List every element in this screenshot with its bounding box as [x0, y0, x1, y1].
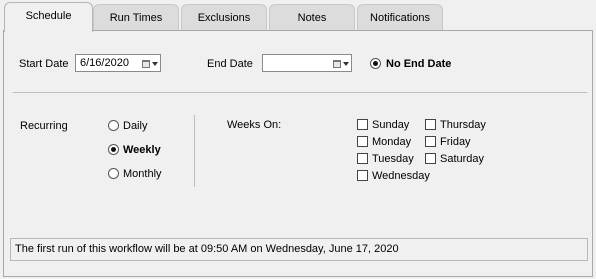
wednesday-label[interactable]: Wednesday [372, 170, 430, 182]
tab-bar: Schedule Run Times Exclusions Notes Noti… [0, 0, 596, 32]
schedule-panel: Start Date 6/16/2020 End Date No End Dat… [3, 30, 593, 277]
calendar-icon [333, 59, 341, 68]
friday-label[interactable]: Friday [440, 136, 471, 148]
thursday-label[interactable]: Thursday [440, 119, 486, 131]
wednesday-checkbox[interactable] [357, 170, 368, 181]
daily-radio[interactable] [108, 120, 119, 131]
no-end-date-label[interactable]: No End Date [386, 58, 451, 70]
tab-notes[interactable]: Notes [269, 4, 355, 30]
sunday-label[interactable]: Sunday [372, 119, 409, 131]
start-date-picker[interactable]: 6/16/2020 [75, 54, 161, 72]
divider [13, 92, 587, 93]
tuesday-checkbox[interactable] [357, 153, 368, 164]
weeks-on-label: Weeks On: [227, 119, 282, 131]
start-date-value: 6/16/2020 [80, 57, 129, 69]
monthly-radio[interactable] [108, 168, 119, 179]
recurring-label: Recurring [20, 120, 68, 132]
daily-label[interactable]: Daily [123, 120, 147, 132]
monday-label[interactable]: Monday [372, 136, 411, 148]
end-date-picker[interactable] [262, 54, 352, 72]
weekly-label[interactable]: Weekly [123, 144, 161, 156]
tuesday-label[interactable]: Tuesday [372, 153, 414, 165]
chevron-down-icon [152, 61, 158, 66]
end-date-dropdown-button[interactable] [331, 57, 351, 70]
vertical-divider [194, 115, 195, 187]
monday-checkbox[interactable] [357, 136, 368, 147]
end-date-label: End Date [207, 58, 253, 70]
no-end-date-radio[interactable] [370, 58, 381, 69]
first-run-status: The first run of this workflow will be a… [10, 238, 588, 261]
sunday-checkbox[interactable] [357, 119, 368, 130]
tab-exclusions[interactable]: Exclusions [181, 4, 267, 30]
start-date-dropdown-button[interactable] [140, 57, 160, 70]
tab-notifications[interactable]: Notifications [357, 4, 443, 30]
thursday-checkbox[interactable] [425, 119, 436, 130]
weekly-radio[interactable] [108, 144, 119, 155]
friday-checkbox[interactable] [425, 136, 436, 147]
saturday-checkbox[interactable] [425, 153, 436, 164]
tab-run-times[interactable]: Run Times [93, 4, 179, 30]
start-date-label: Start Date [19, 58, 69, 70]
calendar-icon [142, 59, 150, 68]
saturday-label[interactable]: Saturday [440, 153, 484, 165]
chevron-down-icon [343, 61, 349, 66]
monthly-label[interactable]: Monthly [123, 168, 162, 180]
tab-schedule[interactable]: Schedule [4, 2, 93, 32]
